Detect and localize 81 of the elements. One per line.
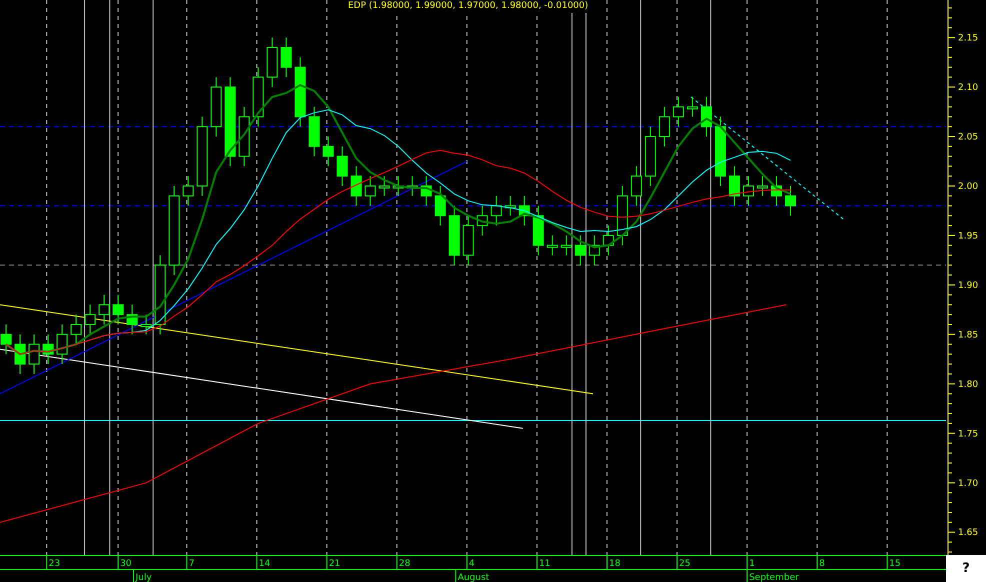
candlestick [588,234,600,266]
candlestick [434,186,446,226]
candlestick [350,166,362,206]
candlestick [210,76,222,138]
y-axis-label: 1.75 [958,429,978,440]
candlestick [771,176,782,206]
candlestick [672,96,684,128]
y-axis-label: 2.05 [958,132,978,143]
y-axis-label: 2.15 [958,34,978,44]
candlestick [644,126,656,186]
candlestick [98,294,110,325]
candlestick [785,186,796,216]
candlestick [112,294,124,325]
candlestick [532,205,544,256]
candlestick [336,146,348,186]
candlestick [504,195,516,216]
candlestick [238,106,250,167]
candlestick [756,176,768,196]
candlestick [420,176,432,206]
candlestick [42,334,54,365]
candlestick [140,314,152,335]
x-axis-label: 21 [328,559,340,569]
candlestick [280,37,292,78]
y-axis-label: 1.90 [958,280,978,291]
y-axis-label: 1.70 [958,478,978,489]
candlestick [406,176,418,196]
candlestick [546,234,558,256]
candlestick [602,225,614,256]
x-axis-label: 7 [188,559,194,569]
y-axis-label: 1.85 [958,330,978,340]
x-axis-label: 18 [609,559,620,569]
x-axis-label: 8 [819,559,825,569]
x-axis-label: 4 [468,559,475,569]
candlestick [700,96,712,138]
x-axis-label: 25 [679,559,690,569]
candlestick [686,96,698,118]
candlestick [658,106,670,147]
candlestick [574,234,586,266]
x-axis-label: 11 [538,559,550,569]
candlestick [392,176,404,196]
month-label: July [136,573,152,582]
candlestick [518,195,530,226]
candlestick [462,215,474,266]
month-label: August [458,573,490,582]
candlestick [294,56,306,128]
y-axis-label: 2.00 [958,182,978,192]
candlestick [714,116,726,186]
x-axis-label: 14 [258,559,270,569]
x-axis-label: 23 [48,559,60,569]
candlestick [126,304,138,335]
candlestick [28,334,40,374]
candlestick [616,186,628,246]
x-axis-label: 30 [120,559,132,569]
candlestick [56,324,68,365]
candlestick [364,176,376,206]
candlestick [728,166,740,206]
candlestick [70,314,82,345]
candlestick [630,166,642,206]
y-axis-label: 1.65 [958,528,978,538]
candlestick [742,176,754,206]
candlestick [182,176,194,206]
x-axis-label: 15 [889,559,901,569]
candlestick [560,234,572,256]
candlestick [84,304,96,335]
y-axis-label: 1.80 [958,380,978,390]
candlestick [378,176,390,196]
candlestick [0,324,12,355]
y-axis-label: 1.95 [958,231,978,242]
candlestick [266,37,278,88]
candlestick [308,106,320,157]
candlestick [252,66,264,128]
month-label: September [749,573,799,582]
candlestick [490,195,502,226]
y-axis-label: 2.10 [958,83,978,94]
x-axis-label: 1 [749,559,755,569]
candlestick [448,205,460,266]
help-button[interactable]: ? [946,555,986,582]
candlestick [476,205,488,236]
candlestick [322,136,334,167]
candlestick [14,334,26,374]
x-axis-label: 28 [398,559,410,569]
